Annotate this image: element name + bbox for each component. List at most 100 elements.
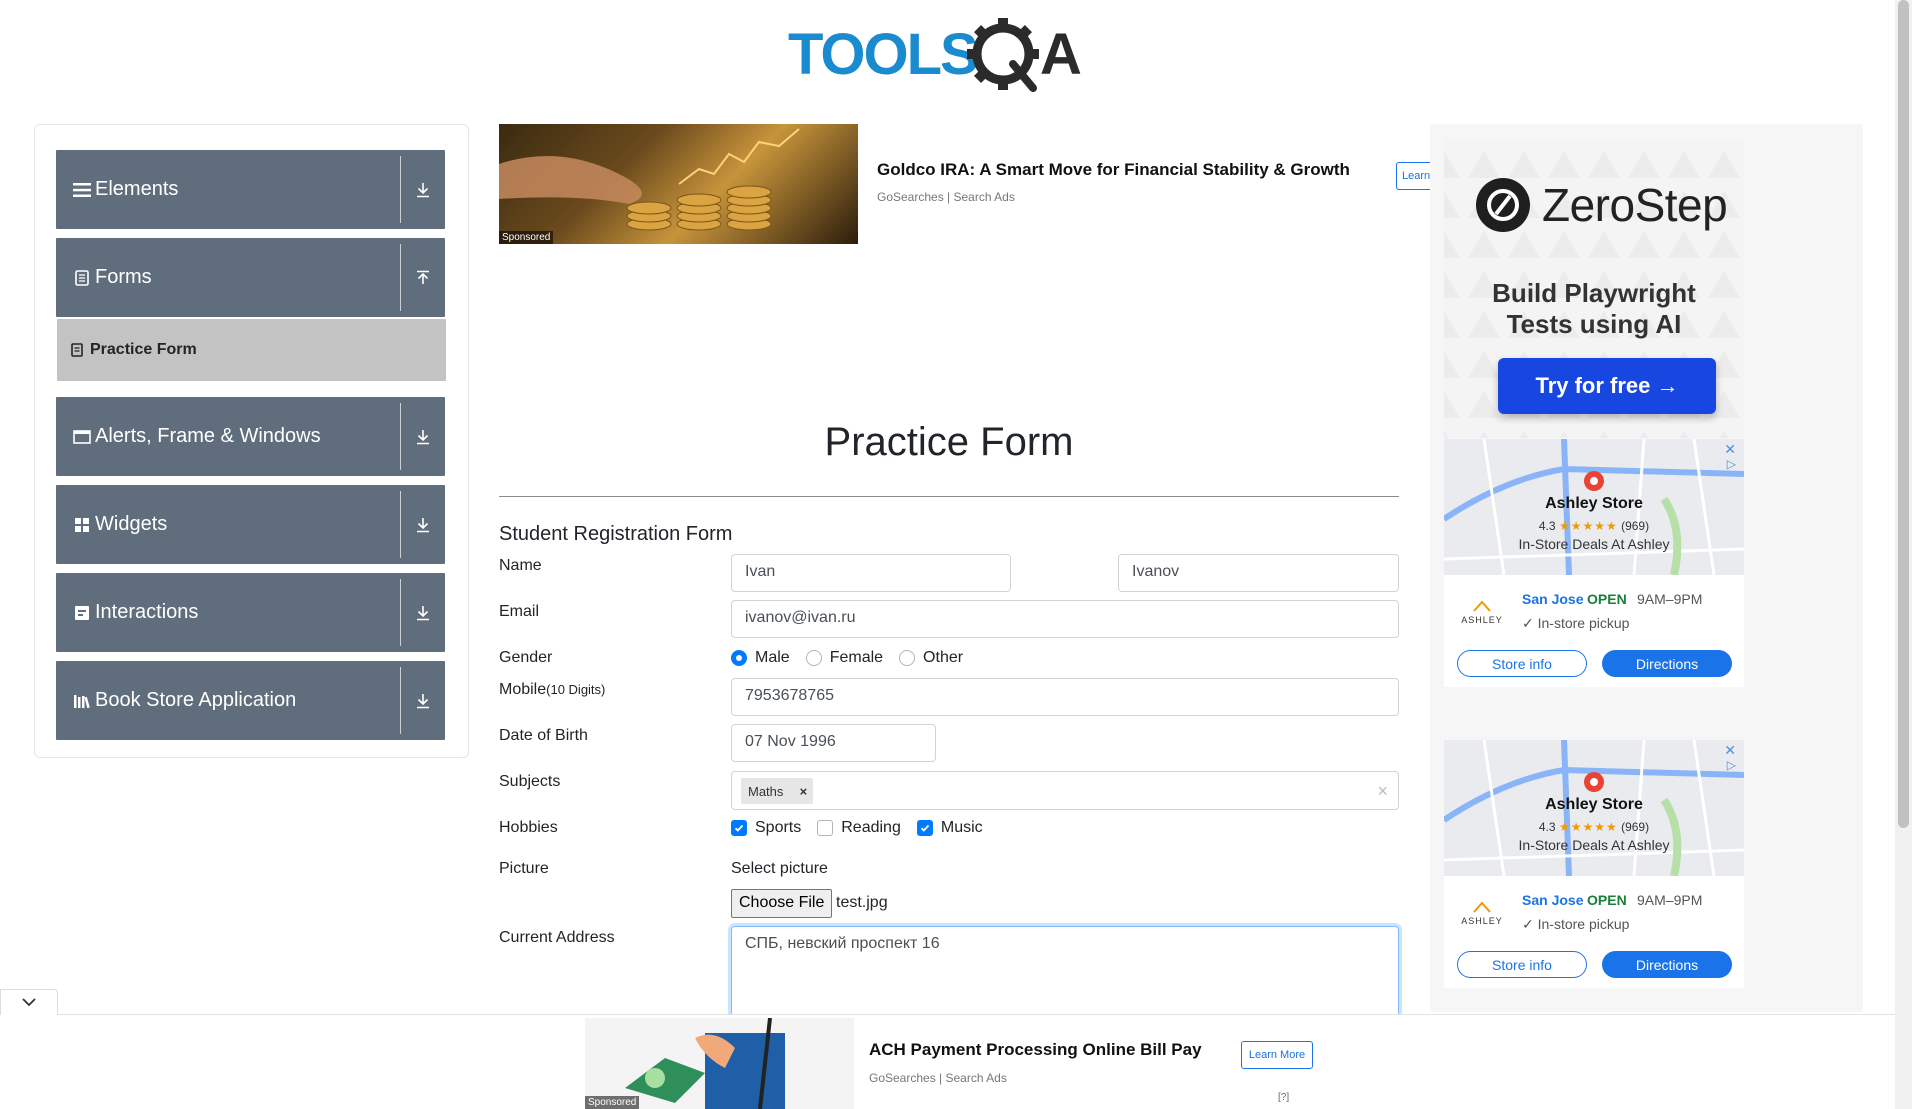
ashley-store-ad[interactable]: ✕ ▷ Ashley Store 4.3 ★★★★★ (969) In-Stor…	[1444, 740, 1744, 988]
radio-label: Female	[829, 649, 884, 666]
open-status: OPEN	[1587, 892, 1627, 908]
remove-subject-icon[interactable]: ×	[793, 778, 813, 804]
toolsqa-logo[interactable]: TOOLS A	[788, 14, 1118, 94]
sidebar-group-book-store[interactable]: Book Store Application	[56, 661, 445, 740]
grid-icon	[73, 516, 91, 534]
ad-learn-button[interactable]: Learn	[1396, 162, 1430, 190]
divider	[400, 579, 401, 646]
sponsored-label: Sponsored	[499, 231, 554, 244]
hobbies-label: Hobbies	[499, 819, 558, 836]
adchoices-icon[interactable]: ▷	[1727, 457, 1736, 471]
radio-button[interactable]	[731, 650, 747, 666]
close-icon[interactable]: ✕	[1724, 742, 1736, 759]
ad-learn-more-button[interactable]: Learn More	[1241, 1041, 1313, 1069]
last-name-input[interactable]: Ivanov	[1118, 554, 1399, 592]
gender-male-option[interactable]: Male	[731, 649, 790, 667]
top-banner-ad[interactable]: Sponsored Goldco IRA: A Smart Move for F…	[499, 124, 1430, 244]
svg-text:TOOLS: TOOLS	[788, 22, 977, 87]
ashley-logo-text: ASHLEY	[1461, 916, 1503, 926]
email-field[interactable]: ivanov@ivan.ru	[731, 600, 1399, 638]
sidebar-group-forms[interactable]: Forms	[56, 238, 445, 317]
sidebar-group-alerts[interactable]: Alerts, Frame & Windows	[56, 397, 445, 476]
download-arrow-icon[interactable]	[401, 429, 445, 445]
store-city[interactable]: San Jose	[1522, 591, 1583, 607]
checkbox[interactable]	[731, 820, 747, 836]
hobby-sports-option[interactable]: Sports	[731, 819, 801, 837]
ad-image[interactable]: Sponsored	[585, 1018, 854, 1109]
adchoices-icon[interactable]: [?]	[1278, 1092, 1289, 1103]
page-title: Practice Form	[824, 420, 1074, 464]
ashley-logo: ASHLEY	[1458, 599, 1506, 625]
sidebar-group-label: Alerts, Frame & Windows	[95, 425, 321, 447]
ad-title[interactable]: Goldco IRA: A Smart Move for Financial S…	[877, 160, 1350, 180]
close-icon[interactable]: ✕	[1724, 441, 1736, 458]
upload-arrow-icon[interactable]	[401, 270, 445, 286]
clear-subjects-icon[interactable]: ×	[1377, 781, 1388, 802]
date-of-birth-input[interactable]: 07 Nov 1996	[731, 724, 936, 762]
ad-title[interactable]: ACH Payment Processing Online Bill Pay	[869, 1040, 1202, 1060]
directions-button[interactable]: Directions	[1602, 650, 1732, 677]
first-name-input[interactable]: Ivan	[731, 554, 1011, 592]
download-arrow-icon[interactable]	[401, 517, 445, 533]
dob-label: Date of Birth	[499, 727, 588, 744]
chevron-down-icon	[21, 994, 37, 1012]
radio-button[interactable]	[805, 650, 822, 666]
zerostep-icon	[1476, 178, 1530, 232]
sidebar-item-practice-form[interactable]: Practice Form	[57, 319, 446, 381]
radio-button[interactable]	[899, 650, 916, 666]
star-rating-icon: ★★★★★	[1558, 820, 1618, 834]
right-ad-column: ZeroStep Build Playwright Tests using AI…	[1430, 124, 1863, 1012]
divider	[400, 244, 401, 311]
store-city[interactable]: San Jose	[1522, 892, 1583, 908]
divider	[400, 403, 401, 470]
divider	[400, 667, 401, 734]
mobile-field[interactable]: 7953678765	[731, 678, 1399, 716]
store-map[interactable]: ✕ ▷ Ashley Store 4.3 ★★★★★ (969) In-Stor…	[1444, 740, 1744, 877]
checkbox-label: Sports	[755, 819, 802, 836]
bottom-banner-ad[interactable]: Sponsored ACH Payment Processing Online …	[585, 1018, 1314, 1109]
checkbox-label: Music	[940, 819, 983, 836]
gender-female-option[interactable]: Female	[805, 649, 884, 667]
sidebar-item-label: Practice Form	[90, 341, 197, 358]
store-info-button[interactable]: Store info	[1457, 650, 1587, 677]
hobby-music-option[interactable]: Music	[916, 819, 983, 837]
ad-image[interactable]: Sponsored	[499, 124, 858, 244]
subject-chip-label: Maths	[748, 783, 784, 799]
directions-button[interactable]: Directions	[1602, 951, 1732, 978]
hobby-reading-option[interactable]: Reading	[817, 819, 901, 837]
store-rating: 4.3 ★★★★★ (969)	[1444, 519, 1744, 533]
sidebar-group-label: Interactions	[95, 601, 199, 623]
page-scrollbar[interactable]	[1895, 0, 1912, 1109]
zerostep-ad[interactable]: ZeroStep Build Playwright Tests using AI…	[1444, 138, 1744, 438]
choose-file-button[interactable]: Choose File	[731, 889, 833, 918]
sidebar-group-label: Elements	[95, 178, 179, 200]
subjects-input[interactable]: Maths × ×	[731, 771, 1399, 810]
tagline-line: Build Playwright	[1492, 278, 1696, 308]
sidebar-group-widgets[interactable]: Widgets	[56, 485, 445, 564]
ashley-store-ad[interactable]: ✕ ▷ Ashley Store 4.3 ★★★★★ (969) In-Stor…	[1444, 439, 1744, 687]
adchoices-icon[interactable]: ▷	[1727, 758, 1736, 772]
store-details: ASHLEY San Jose OPEN 9AM–9PM ✓ In-store …	[1444, 577, 1744, 643]
store-map[interactable]: ✕ ▷ Ashley Store 4.3 ★★★★★ (969) In-Stor…	[1444, 439, 1744, 576]
radio-label: Male	[755, 649, 790, 666]
try-for-free-button[interactable]: Try for free →	[1498, 358, 1716, 414]
current-address-textarea[interactable]: СПБ, невский проспект 16	[731, 926, 1399, 1026]
sidebar-group-interactions[interactable]: Interactions	[56, 573, 445, 652]
window-icon	[73, 428, 91, 446]
download-arrow-icon[interactable]	[401, 693, 445, 709]
zerostep-brand: ZeroStep	[1542, 179, 1728, 231]
download-arrow-icon[interactable]	[401, 605, 445, 621]
sidebar-group-elements[interactable]: Elements	[56, 150, 445, 229]
email-label: Email	[499, 603, 540, 620]
form-subtitle: Student Registration Form	[499, 523, 733, 545]
rating-value: 4.3	[1538, 820, 1556, 834]
scrollbar-thumb[interactable]	[1898, 0, 1909, 828]
checkbox[interactable]	[916, 820, 933, 836]
checkbox[interactable]	[817, 820, 834, 836]
ashley-logo: ASHLEY	[1458, 900, 1506, 926]
sponsored-label: Sponsored	[585, 1096, 640, 1109]
store-info-button[interactable]: Store info	[1457, 951, 1587, 978]
gender-other-option[interactable]: Other	[899, 649, 963, 667]
download-arrow-icon[interactable]	[401, 182, 445, 198]
collapse-ad-button[interactable]	[0, 989, 58, 1015]
